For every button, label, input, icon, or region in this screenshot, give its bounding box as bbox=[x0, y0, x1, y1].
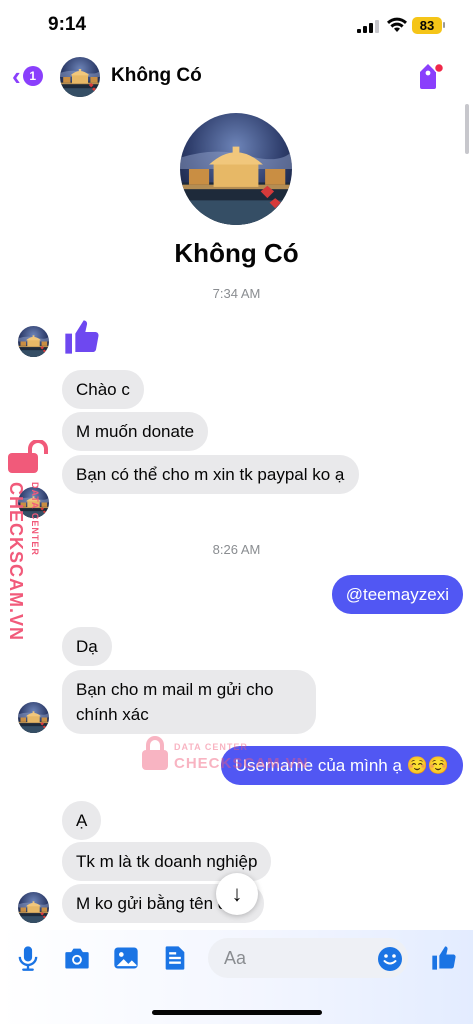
profile-name: Không Có bbox=[174, 238, 299, 268]
watermark-tagline: DATA CENTER bbox=[30, 482, 40, 556]
home-indicator bbox=[152, 1010, 322, 1015]
message-bubble-incoming[interactable]: Dạ bbox=[62, 627, 112, 666]
message-bubble-incoming[interactable]: Chào c bbox=[62, 370, 144, 409]
lock-icon bbox=[8, 440, 48, 473]
signal-icon bbox=[357, 20, 379, 33]
wifi-icon bbox=[387, 17, 407, 32]
watermark-brand: CHECKSCAM.VN bbox=[6, 482, 26, 642]
status-time: 9:14 bbox=[48, 14, 87, 35]
message-bubble-incoming[interactable]: Ạ bbox=[62, 801, 102, 840]
scroll-indicator[interactable] bbox=[465, 104, 469, 154]
status-bar: 9:14 83 bbox=[0, 0, 473, 50]
thumbs-up-icon[interactable] bbox=[430, 944, 458, 972]
message-bubble-incoming[interactable]: Bạn có thể cho m xin tk paypal ko ạ bbox=[62, 455, 359, 494]
message-bubble-incoming[interactable]: Bạn cho m mail m gửi cho chính xác bbox=[62, 670, 316, 734]
message-input-placeholder: Aa bbox=[224, 948, 247, 968]
arrow-down-icon: ↓ bbox=[231, 881, 243, 906]
watermark-tagline: DATA CENTER bbox=[174, 742, 248, 752]
chat-header: ‹ 1 Không Có bbox=[0, 52, 473, 102]
contact-name[interactable]: Không Có bbox=[111, 65, 202, 87]
smiley-icon[interactable] bbox=[377, 946, 403, 972]
profile-avatar[interactable] bbox=[180, 113, 292, 225]
timestamp: 8:26 AM bbox=[212, 542, 261, 557]
back-button[interactable]: ‹ 1 bbox=[12, 60, 52, 92]
chevron-left-icon: ‹ bbox=[12, 61, 21, 91]
message-bubble-incoming[interactable]: M muốn donate bbox=[62, 412, 209, 451]
contact-avatar[interactable] bbox=[18, 702, 49, 733]
header-avatar[interactable] bbox=[60, 57, 100, 97]
watermark-brand: CHECKSCAM.VN bbox=[174, 755, 309, 772]
contact-avatar[interactable] bbox=[18, 892, 49, 923]
unread-badge: 1 bbox=[22, 66, 43, 86]
camera-icon[interactable] bbox=[63, 944, 91, 972]
lock-icon bbox=[142, 736, 168, 770]
battery-level: 83 bbox=[412, 17, 442, 34]
message-input[interactable]: Aa bbox=[208, 938, 408, 978]
battery-tip bbox=[443, 22, 445, 28]
composer-bar: Aa bbox=[0, 930, 473, 1024]
contact-avatar[interactable] bbox=[18, 326, 49, 357]
image-icon[interactable] bbox=[112, 944, 140, 972]
document-icon[interactable] bbox=[161, 944, 189, 972]
tag-icon[interactable] bbox=[415, 60, 445, 92]
microphone-icon[interactable] bbox=[14, 944, 42, 972]
thumbs-up-icon[interactable] bbox=[62, 317, 102, 357]
message-bubble-outgoing[interactable]: @teemayzexi bbox=[331, 575, 463, 614]
scroll-to-bottom-button[interactable]: ↓ bbox=[216, 873, 258, 915]
timestamp: 7:34 AM bbox=[212, 286, 261, 301]
